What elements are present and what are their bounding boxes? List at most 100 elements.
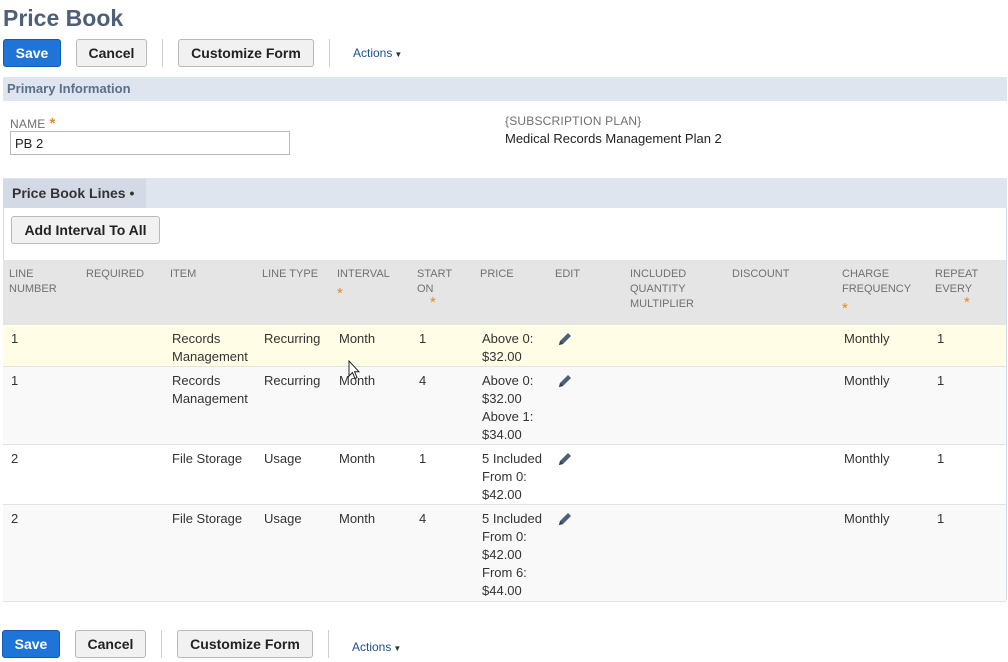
cell-repeat-every: 1 bbox=[929, 366, 1006, 445]
tab-dot: • bbox=[125, 185, 135, 201]
cell-line-type: Usage bbox=[256, 504, 331, 602]
pencil-icon[interactable] bbox=[557, 331, 573, 347]
price-book-lines-table: LINE NUMBER REQUIRED ITEM LINE TYPE INTE… bbox=[3, 260, 1006, 602]
cell-edit bbox=[549, 504, 624, 602]
mouse-pointer-icon bbox=[348, 360, 360, 380]
column-header-edit[interactable]: EDIT bbox=[549, 260, 624, 325]
required-star-icon: * bbox=[49, 115, 56, 132]
section-title: Primary Information bbox=[7, 81, 131, 96]
cell-line-number: 2 bbox=[3, 504, 80, 602]
cell-item: Records Management bbox=[164, 325, 256, 367]
cancel-button-top[interactable]: Cancel bbox=[76, 39, 147, 67]
cell-line-number: 1 bbox=[3, 366, 80, 445]
pencil-icon[interactable] bbox=[557, 451, 573, 467]
cell-line-number: 1 bbox=[3, 325, 80, 367]
cell-interval: Month bbox=[331, 444, 411, 505]
column-header-line-type[interactable]: LINE TYPE bbox=[256, 260, 331, 325]
cell-interval: Month bbox=[331, 366, 411, 445]
cell-edit bbox=[549, 366, 624, 445]
cell-line-type: Recurring bbox=[256, 325, 331, 367]
actions-label: Actions bbox=[352, 640, 392, 654]
cell-line-type: Usage bbox=[256, 444, 331, 505]
column-header-price[interactable]: PRICE bbox=[474, 260, 549, 325]
required-star-icon: * bbox=[430, 294, 436, 311]
customize-form-button-top[interactable]: Customize Form bbox=[178, 39, 314, 67]
cell-required bbox=[80, 444, 164, 505]
cell-start-on: 4 bbox=[411, 366, 474, 445]
cell-discount bbox=[726, 504, 836, 602]
required-star-icon: * bbox=[842, 300, 848, 317]
column-header-item[interactable]: ITEM bbox=[164, 260, 256, 325]
subtab-bar bbox=[3, 178, 1007, 208]
actions-label: Actions bbox=[353, 46, 393, 60]
subscription-plan-value: Medical Records Management Plan 2 bbox=[505, 131, 722, 146]
cell-price: Above 0: $32.00 bbox=[474, 325, 549, 367]
table-row[interactable]: 2 File Storage Usage Month 4 5 Included … bbox=[3, 504, 1006, 602]
column-header-interval[interactable]: INTERVAL * bbox=[331, 260, 411, 325]
column-header-charge-frequency[interactable]: CHARGE FREQUENCY * bbox=[836, 260, 929, 325]
cell-multiplier bbox=[624, 366, 726, 445]
column-header-start-on[interactable]: START ON * bbox=[411, 260, 474, 325]
save-button-top[interactable]: Save bbox=[3, 39, 61, 67]
cell-line-type: Recurring bbox=[256, 366, 331, 445]
subscription-plan-label: {SUBSCRIPTION PLAN} bbox=[505, 114, 642, 128]
toolbar-separator bbox=[329, 39, 330, 67]
cell-multiplier bbox=[624, 504, 726, 602]
save-button-bottom[interactable]: Save bbox=[2, 630, 60, 658]
cell-line-number: 2 bbox=[3, 444, 80, 505]
tab-price-book-lines[interactable]: Price Book Lines • bbox=[3, 179, 146, 208]
name-input[interactable] bbox=[10, 131, 290, 155]
cell-charge-frequency: Monthly bbox=[836, 504, 929, 602]
caret-down-icon: ▼ bbox=[393, 644, 402, 653]
cell-required bbox=[80, 366, 164, 445]
tab-label: Price Book Lines bbox=[12, 185, 126, 201]
cell-price: 5 Included From 0: $42.00 bbox=[474, 444, 549, 505]
cell-item: File Storage bbox=[164, 504, 256, 602]
add-interval-to-all-button[interactable]: Add Interval To All bbox=[11, 216, 160, 244]
toolbar-separator bbox=[161, 630, 162, 658]
cell-discount bbox=[726, 366, 836, 445]
cell-interval: Month bbox=[331, 504, 411, 602]
cell-discount bbox=[726, 325, 836, 367]
page-title: Price Book bbox=[3, 5, 124, 31]
actions-menu-top[interactable]: Actions ▼ bbox=[353, 46, 402, 60]
actions-menu-bottom[interactable]: Actions ▼ bbox=[352, 640, 401, 654]
toolbar-separator bbox=[328, 630, 329, 658]
cell-required bbox=[80, 325, 164, 367]
column-header-line-number[interactable]: LINE NUMBER bbox=[3, 260, 80, 325]
cell-charge-frequency: Monthly bbox=[836, 444, 929, 505]
cell-discount bbox=[726, 444, 836, 505]
table-header-row: LINE NUMBER REQUIRED ITEM LINE TYPE INTE… bbox=[3, 260, 1006, 325]
required-star-icon: * bbox=[337, 285, 343, 302]
cell-repeat-every: 1 bbox=[929, 325, 1006, 367]
cell-repeat-every: 1 bbox=[929, 444, 1006, 505]
column-header-repeat-every[interactable]: REPEAT EVERY * bbox=[929, 260, 1006, 325]
cell-price: 5 Included From 0: $42.00 From 6: $44.00 bbox=[474, 504, 549, 602]
cell-edit bbox=[549, 444, 624, 505]
cell-repeat-every: 1 bbox=[929, 504, 1006, 602]
cell-start-on: 4 bbox=[411, 504, 474, 602]
primary-information-header: Primary Information bbox=[3, 77, 1007, 101]
cell-price: Above 0: $32.00 Above 1: $34.00 bbox=[474, 366, 549, 445]
column-header-discount[interactable]: DISCOUNT bbox=[726, 260, 836, 325]
caret-down-icon: ▼ bbox=[394, 50, 403, 59]
cancel-button-bottom[interactable]: Cancel bbox=[75, 630, 146, 658]
cell-start-on: 1 bbox=[411, 325, 474, 367]
cell-required bbox=[80, 504, 164, 602]
pencil-icon[interactable] bbox=[557, 511, 573, 527]
cell-item: File Storage bbox=[164, 444, 256, 505]
column-header-required[interactable]: REQUIRED bbox=[80, 260, 164, 325]
customize-form-button-bottom[interactable]: Customize Form bbox=[177, 630, 313, 658]
cell-start-on: 1 bbox=[411, 444, 474, 505]
table-row[interactable]: 1 Records Management Recurring Month 4 A… bbox=[3, 366, 1006, 445]
table-row[interactable]: 1 Records Management Recurring Month 1 A… bbox=[3, 325, 1006, 367]
cell-charge-frequency: Monthly bbox=[836, 366, 929, 445]
cell-charge-frequency: Monthly bbox=[836, 325, 929, 367]
cell-multiplier bbox=[624, 444, 726, 505]
pencil-icon[interactable] bbox=[557, 373, 573, 389]
table-row[interactable]: 2 File Storage Usage Month 1 5 Included … bbox=[3, 444, 1006, 505]
cell-interval: Month bbox=[331, 325, 411, 367]
column-header-included-quantity-multiplier[interactable]: INCLUDED QUANTITY MULTIPLIER bbox=[624, 260, 726, 325]
cell-item: Records Management bbox=[164, 366, 256, 445]
name-label: NAME * bbox=[10, 115, 56, 132]
